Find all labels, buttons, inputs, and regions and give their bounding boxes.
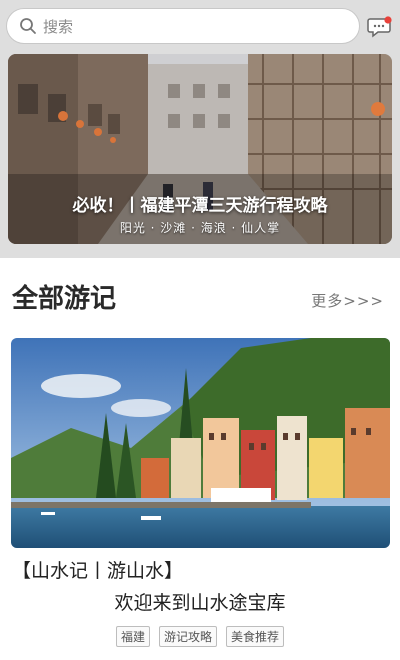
banner-title: 必收！丨福建平潭三天游行程攻略 xyxy=(72,196,328,216)
more-link[interactable]: 更多>>> xyxy=(311,290,384,311)
chat-bubble-icon[interactable] xyxy=(367,16,393,38)
search-icon xyxy=(20,18,36,34)
tag-list: 福建 游记攻略 美食推荐 xyxy=(0,626,400,647)
lakeside-town-photo xyxy=(11,338,390,548)
search-placeholder: 搜索 xyxy=(43,17,74,36)
travel-note-cover[interactable] xyxy=(11,338,390,548)
top-header-area: 搜索 必收！丨福建平潭三天游行程攻略 阳光 · 沙滩 · 海浪 · 仙人掌 xyxy=(0,0,400,258)
travel-note-title[interactable]: 【山水记丨游山水】 xyxy=(12,556,183,583)
tag-food[interactable]: 美食推荐 xyxy=(226,626,285,647)
section-title: 全部游记 xyxy=(12,284,117,314)
tag-travel-guide[interactable]: 游记攻略 xyxy=(158,626,217,647)
search-bar[interactable]: 搜索 xyxy=(6,8,360,44)
featured-banner[interactable]: 必收！丨福建平潭三天游行程攻略 阳光 · 沙滩 · 海浪 · 仙人掌 xyxy=(8,54,392,244)
banner-subtitle: 阳光 · 沙滩 · 海浪 · 仙人掌 xyxy=(119,221,281,235)
travel-note-subtitle: 欢迎来到山水途宝库 xyxy=(114,592,286,614)
tag-fujian[interactable]: 福建 xyxy=(115,626,150,647)
